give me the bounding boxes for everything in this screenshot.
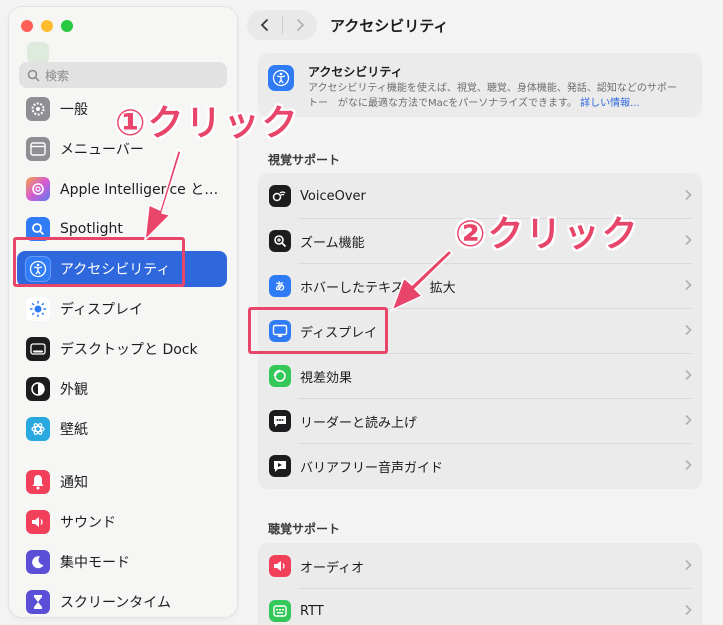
step2-arrow <box>390 248 454 312</box>
step1-arrow <box>144 148 182 243</box>
step1-annotation: ①クリック <box>115 103 300 144</box>
annotation-arrows <box>144 148 454 312</box>
step2-annotation: ②クリック <box>455 214 640 255</box>
